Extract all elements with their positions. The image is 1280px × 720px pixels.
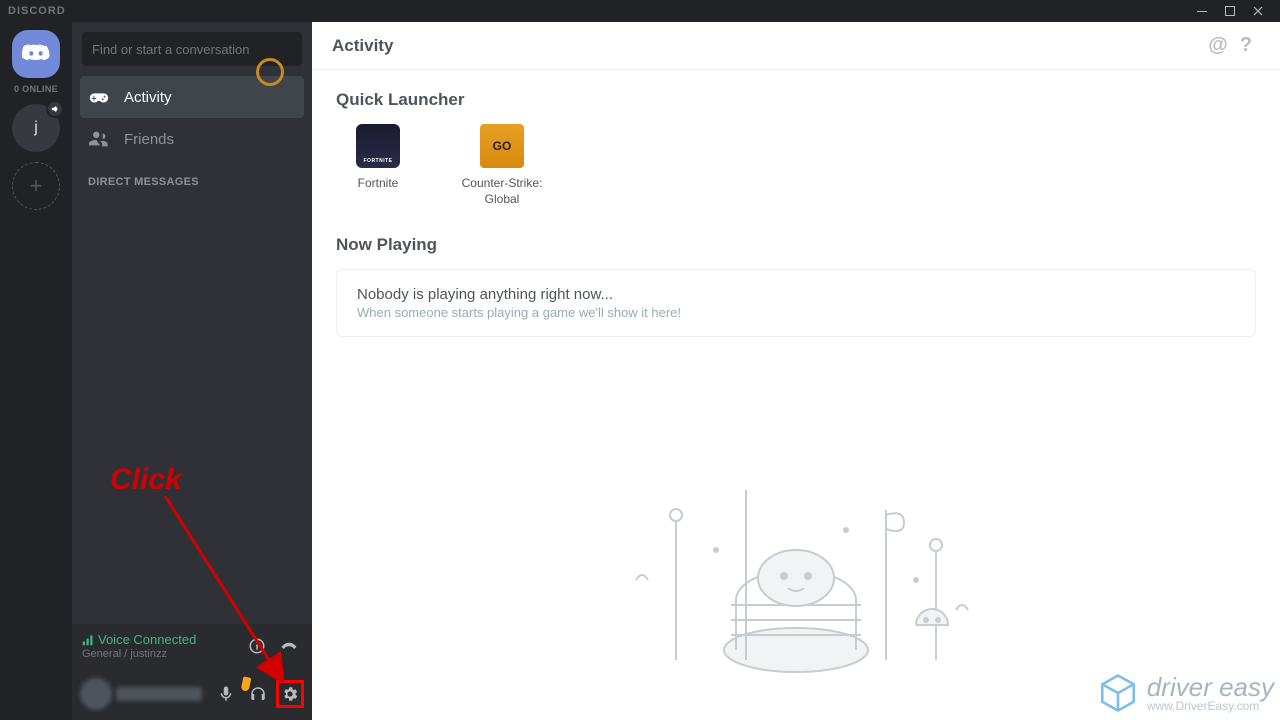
nav-friends[interactable]: Friends bbox=[72, 118, 312, 160]
nav-activity-label: Activity bbox=[124, 89, 172, 106]
nav-activity[interactable]: Activity bbox=[80, 76, 304, 118]
server-initial: j bbox=[34, 119, 38, 137]
dm-section-header: DIRECT MESSAGES bbox=[72, 160, 312, 192]
nav-friends-label: Friends bbox=[124, 131, 174, 148]
game-label: Fortnite bbox=[336, 176, 420, 192]
page-title: Activity bbox=[332, 36, 393, 56]
voice-indicator-icon bbox=[46, 100, 64, 118]
watermark: driver easy www.DriverEasy.com bbox=[1097, 672, 1274, 714]
help-button[interactable]: ? bbox=[1232, 34, 1260, 57]
empty-state-title: Nobody is playing anything right now... bbox=[357, 286, 1235, 303]
window-maximize-button[interactable] bbox=[1216, 0, 1244, 22]
quick-launcher-heading: Quick Launcher bbox=[336, 90, 1256, 110]
server-avatar[interactable]: j bbox=[12, 104, 60, 152]
home-button[interactable] bbox=[12, 30, 60, 78]
empty-state-illustration bbox=[586, 460, 1006, 680]
server-column: 0 ONLINE j + bbox=[0, 22, 72, 720]
friends-icon bbox=[88, 128, 110, 150]
game-tile-fortnite[interactable]: Fortnite bbox=[336, 124, 420, 207]
watermark-brand: driver easy bbox=[1147, 674, 1274, 700]
mentions-button[interactable]: @ bbox=[1204, 34, 1232, 57]
discord-logo-icon bbox=[22, 40, 50, 68]
window-minimize-button[interactable] bbox=[1188, 0, 1216, 22]
controller-icon bbox=[88, 86, 110, 108]
annotation-arrow-icon bbox=[155, 490, 305, 700]
add-server-button[interactable]: + bbox=[12, 162, 60, 210]
game-thumbnail: GO bbox=[480, 124, 524, 168]
game-thumbnail bbox=[356, 124, 400, 168]
watermark-logo-icon bbox=[1097, 672, 1139, 714]
game-tile-csgo[interactable]: GO Counter-Strike: Global bbox=[460, 124, 544, 207]
game-label: Counter-Strike: Global bbox=[460, 176, 544, 207]
empty-state-subtitle: When someone starts playing a game we'll… bbox=[357, 305, 1235, 320]
user-avatar[interactable] bbox=[80, 678, 112, 710]
main-content: Activity @ ? Quick Launcher Fortnite GO … bbox=[312, 22, 1280, 720]
signal-icon bbox=[82, 634, 94, 646]
content-header: Activity @ ? bbox=[312, 22, 1280, 70]
now-playing-heading: Now Playing bbox=[336, 235, 1256, 255]
now-playing-empty-card: Nobody is playing anything right now... … bbox=[336, 269, 1256, 337]
window-close-button[interactable] bbox=[1244, 0, 1272, 22]
app-brand: DISCORD bbox=[8, 5, 66, 17]
window-titlebar: DISCORD bbox=[0, 0, 1280, 22]
watermark-url: www.DriverEasy.com bbox=[1147, 700, 1274, 712]
quick-switcher-input[interactable] bbox=[82, 32, 302, 66]
online-count-label: 0 ONLINE bbox=[14, 84, 58, 94]
